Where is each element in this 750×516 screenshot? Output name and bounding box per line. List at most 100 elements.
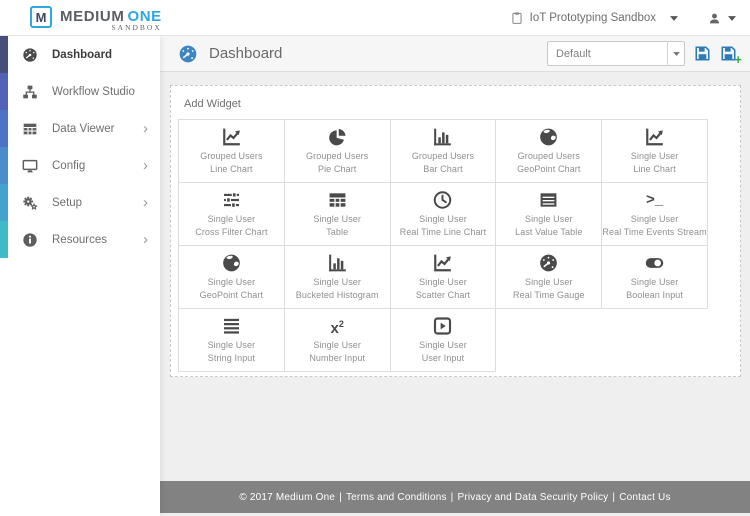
widget-tile-group: Single User (524, 277, 573, 287)
widget-tile-group: Single User (313, 340, 361, 350)
widget-tile-type: Scatter Chart (415, 290, 471, 300)
plus-icon (734, 53, 742, 66)
brand-logo[interactable]: M MEDIUM ONE SANDBOX (30, 5, 162, 31)
main-content: Dashboard Default Add Widget Grouped Use… (160, 36, 750, 516)
sidebar-item-resources[interactable]: Resources › (0, 221, 160, 258)
sidebar: Dashboard Workflow Studio Data Viewer › Conf… (0, 36, 160, 516)
widget-tile-grouped-users-line-chart[interactable]: Grouped Users Line Chart (179, 120, 285, 183)
footer-separator: | (612, 491, 616, 503)
desktop-icon (22, 158, 39, 174)
widget-tile-single-user-geopoint-chart[interactable]: Single User GeoPoint Chart (179, 246, 285, 309)
save-icon (695, 46, 710, 61)
sidebar-item-setup[interactable]: Setup › (0, 184, 160, 221)
dashboard-select-value: Default (556, 47, 591, 60)
sidebar-item-label: Setup (52, 196, 83, 209)
caret-down-icon (667, 41, 684, 66)
number-squared-icon: x2 (330, 318, 344, 337)
widget-tile-single-user-real-time-gauge[interactable]: Single User Real Time Gauge (496, 246, 603, 309)
widget-tile-type: Line Chart (633, 164, 676, 174)
widget-tile-single-user-string-input[interactable]: Single User String Input (179, 309, 285, 372)
widget-tile-group: Single User (419, 214, 467, 224)
widget-tile-single-user-last-value-table[interactable]: Single User Last Value Table (496, 183, 603, 246)
chevron-right-icon: › (143, 231, 148, 248)
widget-tile-group: Grouped Users (306, 151, 369, 161)
widget-tile-group: Single User (630, 214, 679, 224)
brand-mark-letter: M (35, 9, 47, 25)
footer-separator: | (450, 491, 454, 503)
chevron-right-icon: › (143, 194, 148, 211)
dashboard-gauge-icon (538, 252, 559, 274)
string-lines-icon (221, 315, 242, 337)
content-header: Dashboard Default (160, 36, 750, 72)
widget-tile-single-user-user-input[interactable]: Single User User Input (390, 309, 497, 372)
toggle-icon (644, 252, 665, 274)
header-controls: Default (547, 41, 737, 66)
widget-tile-grouped-users-geopoint-chart[interactable]: Grouped Users GeoPoint Chart (496, 120, 603, 183)
widget-tile-group: Single User (419, 277, 467, 287)
widget-tile-single-user-cross-filter-chart[interactable]: Single User Cross Filter Chart (179, 183, 285, 246)
widget-tile-single-user-table[interactable]: Single User Table (284, 183, 391, 246)
workspace-selector[interactable]: IoT Prototyping Sandbox (510, 11, 678, 25)
brand-mark-icon: M (30, 6, 52, 28)
footer-link-privacy-and-data-security-policy[interactable]: Privacy and Data Security Policy (457, 492, 608, 503)
workflow-sitemap-icon (22, 84, 39, 100)
widget-tile-group: Single User (419, 340, 467, 350)
widget-tile-type: User Input (421, 353, 465, 363)
sidebar-item-label: Config (52, 159, 86, 172)
widget-tile-single-user-real-time-events-stream[interactable]: >_ Single User Real Time Events Stream (602, 183, 708, 246)
clipboard-icon (512, 12, 522, 24)
widget-tile-group: Single User (313, 214, 361, 224)
globe-icon (221, 252, 242, 274)
widget-tile-group: Single User (630, 277, 679, 287)
dashboard-gauge-icon (22, 47, 39, 63)
sidebar-item-label: Workflow Studio (52, 85, 135, 98)
widget-tile-group: Grouped Users (200, 151, 263, 161)
brand-subtitle: SANDBOX (111, 23, 162, 32)
user-menu[interactable] (708, 12, 736, 25)
widget-tile-grouped-users-pie-chart[interactable]: Grouped Users Pie Chart (284, 120, 391, 183)
add-widget-title: Add Widget (184, 98, 241, 110)
widget-tile-type: Cross Filter Chart (195, 227, 268, 237)
widget-tile-group: Grouped Users (517, 151, 580, 161)
sidebar-item-dashboard[interactable]: Dashboard (0, 36, 160, 73)
footer-copyright: © 2017 Medium One (239, 491, 336, 503)
save-as-new-dashboard-button[interactable] (720, 45, 737, 62)
widget-tile-single-user-scatter-chart[interactable]: Single User Scatter Chart (390, 246, 497, 309)
widget-tile-group: Single User (630, 151, 679, 161)
footer-text: © 2017 Medium One | Terms and Conditions | P… (239, 492, 670, 503)
widget-tile-single-user-number-input[interactable]: x2 Single User Number Input (284, 309, 391, 372)
chevron-right-icon: › (143, 120, 148, 137)
widget-tile-single-user-line-chart[interactable]: Single User Line Chart (602, 120, 708, 183)
footer-link-terms-and-conditions[interactable]: Terms and Conditions (346, 492, 447, 503)
dashboard-gauge-icon (178, 44, 198, 64)
user-icon (709, 13, 720, 23)
list-table-icon (538, 189, 559, 211)
play-square-icon (432, 315, 453, 337)
sidebar-item-config[interactable]: Config › (0, 147, 160, 184)
footer-link-contact-us[interactable]: Contact Us (619, 492, 670, 503)
widget-tile-grouped-users-bar-chart[interactable]: Grouped Users Bar Chart (390, 120, 497, 183)
sidebar-item-label: Data Viewer (52, 122, 115, 135)
dashboard-select[interactable]: Default (547, 41, 685, 66)
widget-grid: Grouped Users Line Chart Grouped Users Pie … (178, 119, 708, 372)
widget-tile-type: Boolean Input (626, 290, 684, 300)
table-icon (327, 189, 348, 211)
sidebar-item-data-viewer[interactable]: Data Viewer › (0, 110, 160, 147)
widget-tile-single-user-boolean-input[interactable]: Single User Boolean Input (602, 246, 708, 309)
top-header: M MEDIUM ONE SANDBOX IoT Prototyping Sand… (0, 0, 750, 36)
caret-down-icon (670, 15, 678, 21)
caret-down-icon (728, 15, 736, 21)
sidebar-item-label: Resources (52, 233, 107, 246)
sidebar-item-workflow-studio[interactable]: Workflow Studio (0, 73, 160, 110)
widget-tile-single-user-real-time-line-chart[interactable]: Single User Real Time Line Chart (390, 183, 497, 246)
clock-icon (432, 189, 453, 211)
widget-tile-type: Table (326, 227, 349, 237)
line-chart-icon (221, 126, 242, 148)
info-circle-icon (22, 232, 39, 248)
widget-tile-type: Bar Chart (423, 164, 463, 174)
widget-tile-type: Real Time Events Stream (602, 227, 707, 237)
widget-tile-single-user-bucketed-histogram[interactable]: Single User Bucketed Histogram (284, 246, 391, 309)
widget-tile-type: Real Time Line Chart (399, 227, 487, 237)
widget-tile-type: Line Chart (210, 164, 253, 174)
save-dashboard-button[interactable] (694, 45, 711, 62)
